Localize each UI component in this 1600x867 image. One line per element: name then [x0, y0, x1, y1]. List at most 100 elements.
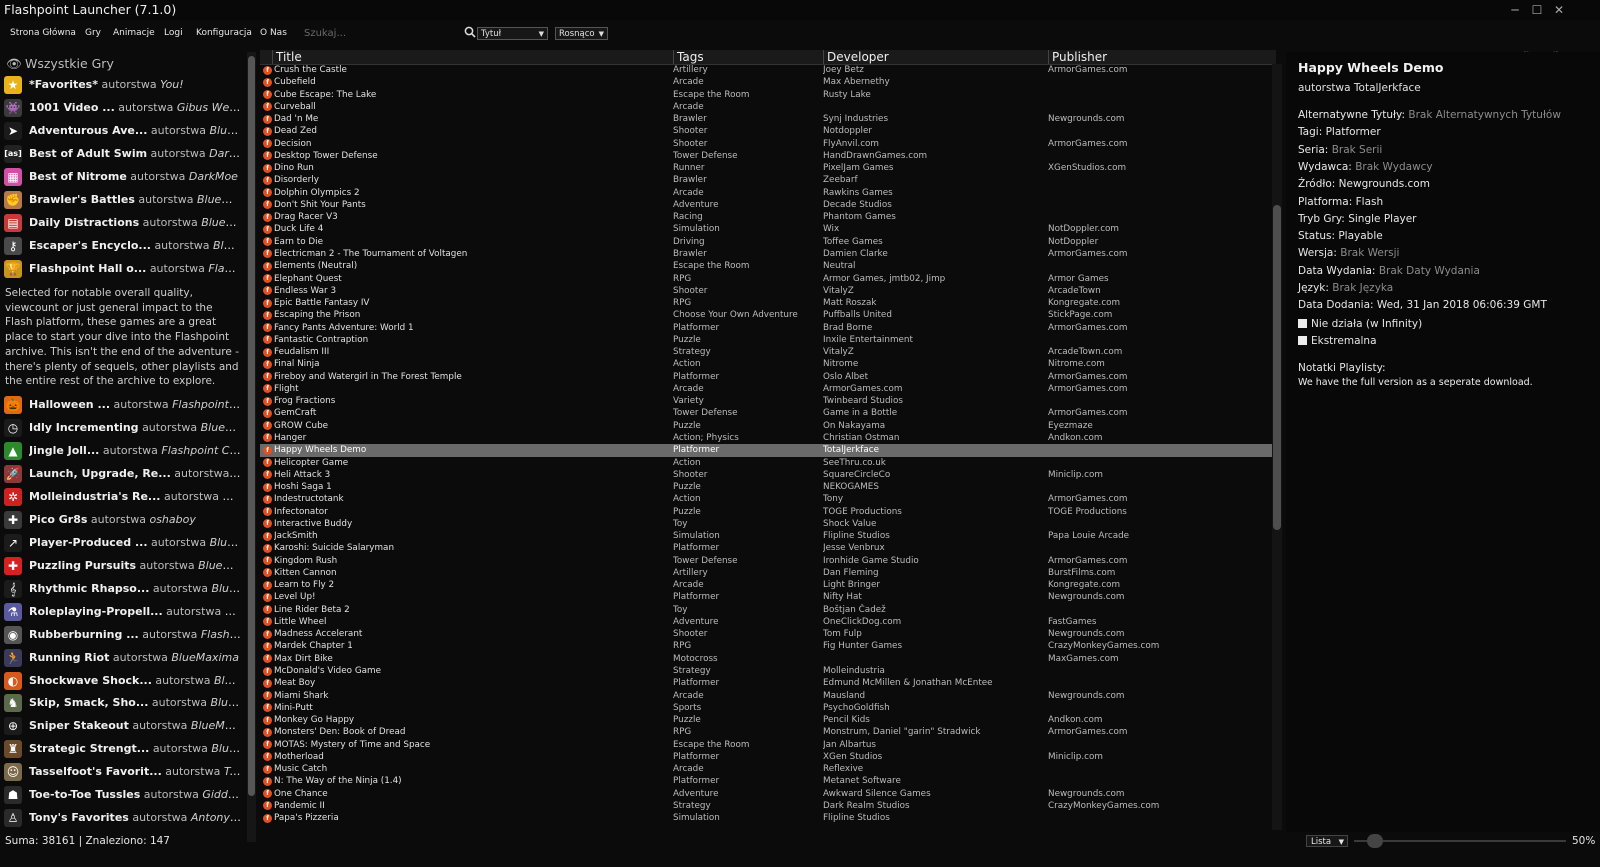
table-row[interactable]: f GemCraft Tower Defense Game in a Bottle Ar…	[260, 407, 1272, 419]
playlist-item[interactable]: 🏆 Flashpoint Hall o... autorstwa Flashpoi…	[0, 258, 244, 281]
detail-value[interactable]: Flash	[1356, 196, 1384, 208]
nav-logs[interactable]: Logi	[164, 28, 183, 38]
playlist-item[interactable]: 👾 1001 Video ... autorstwa Gibus Wearing.…	[0, 97, 244, 120]
playlist-item[interactable]: ◉ Rubberburning ... autorstwa Flashpoint …	[0, 624, 244, 647]
nav-config[interactable]: Konfiguracja	[196, 28, 252, 38]
table-row[interactable]: f Duck Life 4 Simulation Wix NotDoppler.com	[260, 223, 1272, 235]
playlist-item[interactable]: ↗ Player-Produced ... autorstwa BlueMaxi.…	[0, 532, 244, 555]
table-row[interactable]: f Don't Shit Your Pants Adventure Decade St…	[260, 199, 1272, 211]
table-row[interactable]: f Escaping the Prison Choose Your Own Adve…	[260, 309, 1272, 321]
detail-value[interactable]: Brak Wersji	[1340, 247, 1399, 259]
table-row[interactable]: f GROW Cube Puzzle On Nakayama Eyezmaze	[260, 420, 1272, 432]
table-row[interactable]: f Miami Shark Arcade Mausland Newgrounds.com	[260, 690, 1272, 702]
table-row[interactable]: f Cube Escape: The Lake Escape the Room Rus…	[260, 89, 1272, 101]
table-row[interactable]: f Curveball Arcade	[260, 101, 1272, 113]
playlist-item[interactable]: ♞ Skip, Smack, Sho... autorstwa BlueMaxi.…	[0, 692, 244, 715]
table-row[interactable]: f Max Dirt Bike Motocross MaxGames.com	[260, 653, 1272, 665]
table-row[interactable]: f One Chance Adventure Awkward Silence Game…	[260, 788, 1272, 800]
playlist-item[interactable]: ☺ Tasselfoot's Favorit... autorstwa Tasse…	[0, 761, 244, 784]
table-row[interactable]: f MOTAS: Mystery of Time and Space Escape …	[260, 739, 1272, 751]
list-scroll-thumb[interactable]	[1273, 205, 1281, 530]
table-row[interactable]: f Music Catch Arcade Reflexive	[260, 763, 1272, 775]
table-row[interactable]: f Level Up! Platformer Nifty Hat Newgrounds.…	[260, 591, 1272, 603]
table-row[interactable]: f Pandemic II Strategy Dark Realm Studios Cr…	[260, 800, 1272, 812]
detail-value[interactable]: Single Player	[1348, 213, 1416, 225]
playlist-item[interactable]: ★ *Favorites* autorstwa You!	[0, 74, 244, 97]
table-row[interactable]: f Elements (Neutral) Escape the Room Neutra…	[260, 260, 1272, 272]
search-input[interactable]: Szukaj...	[304, 26, 464, 41]
table-row[interactable]: f Mardek Chapter 1 RPG Fig Hunter Games Craz…	[260, 640, 1272, 652]
view-mode-select[interactable]: Lista ▼	[1306, 835, 1348, 847]
table-row[interactable]: f Hanger Action; Physics Christian Ostman An…	[260, 432, 1272, 444]
table-row[interactable]: f Earn to Die Driving Toffee Games NotDopple…	[260, 236, 1272, 248]
playlist-item[interactable]: ▲ Jingle Joll... autorstwa Flashpoint Com…	[0, 440, 244, 463]
table-row[interactable]: f Learn to Fly 2 Arcade Light Bringer Kongre…	[260, 579, 1272, 591]
column-title[interactable]: Title	[272, 50, 673, 64]
sort-field-select[interactable]: Tytuł ▼	[477, 27, 548, 40]
table-row[interactable]: f Meat Boy Platformer Edmund McMillen & Jon…	[260, 677, 1272, 689]
playlist-item[interactable]: ⚗ Roleplaying-Propell... autorstwa BlueM.…	[0, 601, 244, 624]
table-row[interactable]: f Kingdom Rush Tower Defense Ironhide Game …	[260, 555, 1272, 567]
search-icon[interactable]	[464, 26, 478, 40]
playlist-item[interactable]: 🚀 Launch, Upgrade, Re... autorstwa nosa..…	[0, 463, 244, 486]
playlist-item[interactable]: ☗ Toe-to-Toe Tussles autorstwa Giddy_77	[0, 784, 244, 807]
table-row[interactable]: f Heli Attack 3 Shooter SquareCircleCo Minic…	[260, 469, 1272, 481]
playlist-item[interactable]: 🎃 Halloween ... autorstwa Flashpoint Com.…	[0, 394, 244, 417]
detail-value[interactable]: Brak Wydawcy	[1355, 161, 1432, 173]
table-row[interactable]: f Frog Fractions Variety Twinbeard Studios	[260, 395, 1272, 407]
nav-animations[interactable]: Animacje	[113, 28, 155, 38]
zoom-slider-thumb[interactable]	[1366, 834, 1383, 848]
column-publisher[interactable]: Publisher	[1048, 50, 1276, 64]
detail-value[interactable]: Brak Daty Wydania	[1379, 265, 1480, 277]
table-row[interactable]: f Motherload Platformer XGen Studios Minicli…	[260, 751, 1272, 763]
playlist-item[interactable]: ♙ Tony's Favorites autorstwa Antony Lavel…	[0, 807, 244, 830]
table-row[interactable]: f Papa's Pizzeria Simulation Flipline Studi…	[260, 812, 1272, 824]
detail-value[interactable]: Brak Języka	[1332, 282, 1393, 294]
table-row[interactable]: f Endless War 3 Shooter VitalyZ ArcadeTown	[260, 285, 1272, 297]
table-row[interactable]: f Flight Arcade ArmorGames.com ArmorGames.co…	[260, 383, 1272, 395]
table-row[interactable]: f Epic Battle Fantasy IV RPG Matt Roszak Kon…	[260, 297, 1272, 309]
playlist-item[interactable]: ✊ Brawler's Battles autorstwa BlueMaxima	[0, 189, 244, 212]
playlist-item[interactable]: ▦ Best of Nitrome autorstwa DarkMoe	[0, 166, 244, 189]
table-row[interactable]: f Dolphin Olympics 2 Arcade Rawkins Games	[260, 187, 1272, 199]
table-row[interactable]: f Fireboy and Watergirl in The Forest Tem…	[260, 371, 1272, 383]
detail-value[interactable]: Brak Serii	[1332, 144, 1383, 156]
playlist-item[interactable]: ⚷ Escaper's Encyclo... autorstwa BlueMax.…	[0, 235, 244, 258]
playlist-item[interactable]: ⊕ Sniper Stakeout autorstwa BlueMaxima	[0, 715, 244, 738]
column-developer[interactable]: Developer	[823, 50, 1048, 64]
table-row[interactable]: f Cubefield Arcade Max Abernethy	[260, 76, 1272, 88]
table-row[interactable]: f Line Rider Beta 2 Toy Boštjan Čadež	[260, 604, 1272, 616]
table-row[interactable]: f Electricman 2 - The Tournament of Volta…	[260, 248, 1272, 260]
detail-value[interactable]: Platformer	[1326, 126, 1381, 138]
detail-value[interactable]: Playable	[1338, 230, 1382, 242]
sidebar-scroll-thumb[interactable]	[248, 56, 255, 796]
table-row[interactable]: f Dead Zed Shooter Notdoppler	[260, 125, 1272, 137]
table-row[interactable]: f Little Wheel Adventure OneClickDog.com Fas…	[260, 616, 1272, 628]
maximize-button[interactable]: ☐	[1526, 1, 1548, 19]
table-row[interactable]: f McDonald's Video Game Strategy Molleindus…	[260, 665, 1272, 677]
playlist-item[interactable]: 🏃 Running Riot autorstwa BlueMaxima	[0, 647, 244, 670]
nav-home[interactable]: Strona Główna	[10, 28, 76, 38]
playlist-item[interactable]: 𝄞 Rhythmic Rhapso... autorstwa BlueMaxi..…	[0, 578, 244, 601]
close-button[interactable]: ✕	[1548, 1, 1570, 19]
table-row[interactable]: f Decision Shooter FlyAnvil.com ArmorGames.c…	[260, 138, 1272, 150]
table-row[interactable]: f Crush the Castle Artillery Joey Betz Armor…	[260, 64, 1272, 76]
table-row[interactable]: f Hoshi Saga 1 Puzzle NEKOGAMES	[260, 481, 1272, 493]
checkbox-icon[interactable]	[1298, 319, 1307, 328]
table-row[interactable]: f Indestructotank Action Tony ArmorGames.com	[260, 493, 1272, 505]
playlist-item[interactable]: ✚ Puzzling Pursuits autorstwa BlueMaxima	[0, 555, 244, 578]
detail-value[interactable]: Newgrounds.com	[1339, 178, 1430, 190]
detail-checkbox[interactable]: Nie działa (w Infinity)	[1298, 318, 1422, 330]
table-row[interactable]: f Mini-Putt Sports PsychoGoldfish	[260, 702, 1272, 714]
playlist-item[interactable]: ♜ Strategic Strengt... autorstwa BlueMaxi…	[0, 738, 244, 761]
playlist-item[interactable]: ➤ Adventurous Ave... autorstwa BlueMaxi..…	[0, 120, 244, 143]
table-row[interactable]: f Interactive Buddy Toy Shock Value	[260, 518, 1272, 530]
nav-games[interactable]: Gry	[85, 28, 101, 38]
table-row[interactable]: f Fancy Pants Adventure: World 1 Platforme…	[260, 322, 1272, 334]
table-row[interactable]: f Monsters' Den: Book of Dread RPG Monstrum…	[260, 726, 1272, 738]
table-row[interactable]: f Kitten Cannon Artillery Dan Fleming BurstF…	[260, 567, 1272, 579]
table-row[interactable]: f Drag Racer V3 Racing Phantom Games	[260, 211, 1272, 223]
table-row[interactable]: f Karoshi: Suicide Salaryman Platformer Jes…	[260, 542, 1272, 554]
checkbox-icon[interactable]	[1298, 336, 1307, 345]
sort-order-select[interactable]: Rosnąco ▼	[555, 27, 608, 40]
